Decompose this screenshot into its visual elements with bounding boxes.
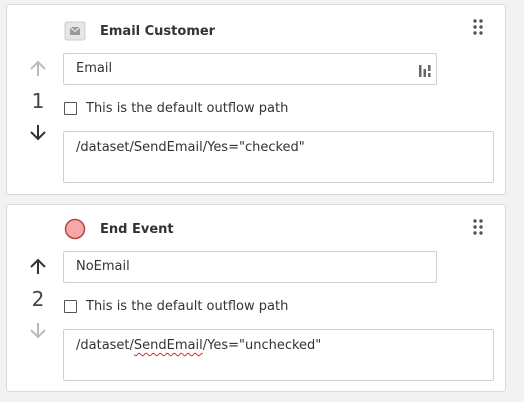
connector-name-value: NoEmail [76, 259, 130, 274]
condition-text-part: /Yes="unchecked" [202, 338, 322, 353]
move-up-arrow-icon[interactable] [28, 257, 48, 277]
step-order-controls: 2 [23, 205, 53, 391]
default-outflow-checkbox[interactable] [64, 101, 77, 115]
step-order-controls: 1 [23, 5, 53, 194]
step-header: Email Customer [64, 21, 215, 41]
default-outflow-row: This is the default outflow path [64, 99, 288, 117]
drag-handle-icon[interactable] [471, 217, 485, 237]
default-outflow-label: This is the default outflow path [86, 100, 289, 116]
default-outflow-row: This is the default outflow path [64, 297, 288, 315]
condition-text-part: /dataset/ [76, 338, 134, 353]
move-up-arrow-icon[interactable] [28, 59, 48, 79]
drag-handle-icon[interactable] [471, 17, 485, 37]
move-down-arrow-icon[interactable] [28, 122, 48, 142]
condition-text-misspelled: SendEmail [133, 338, 203, 353]
envelope-icon [64, 21, 86, 41]
outflow-card-2: 2 End Event NoEmail This is the default … [6, 204, 506, 392]
connector-name-input[interactable]: NoEmail [63, 251, 437, 283]
move-down-arrow-icon[interactable] [28, 320, 48, 340]
default-outflow-checkbox[interactable] [64, 299, 77, 313]
end-event-circle-icon [64, 218, 86, 240]
condition-expression-field[interactable]: /dataset/SendEmail/Yes="checked" [63, 131, 494, 183]
step-title: End Event [100, 221, 174, 237]
step-number: 1 [31, 89, 45, 113]
default-outflow-label: This is the default outflow path [86, 298, 289, 314]
outflow-card-1: 1 Email Customer Email This is the defau… [6, 4, 506, 195]
condition-expression-field[interactable]: /dataset/SendEmail/Yes="unchecked" [63, 329, 494, 381]
condition-text: /dataset/SendEmail/Yes="checked" [76, 140, 305, 155]
connector-name-value: Email [76, 61, 113, 76]
step-number: 2 [31, 287, 45, 311]
step-title: Email Customer [100, 23, 216, 39]
step-header: End Event [64, 218, 174, 240]
expression-builder-icon[interactable] [418, 61, 432, 77]
connector-name-input[interactable]: Email [63, 53, 437, 85]
